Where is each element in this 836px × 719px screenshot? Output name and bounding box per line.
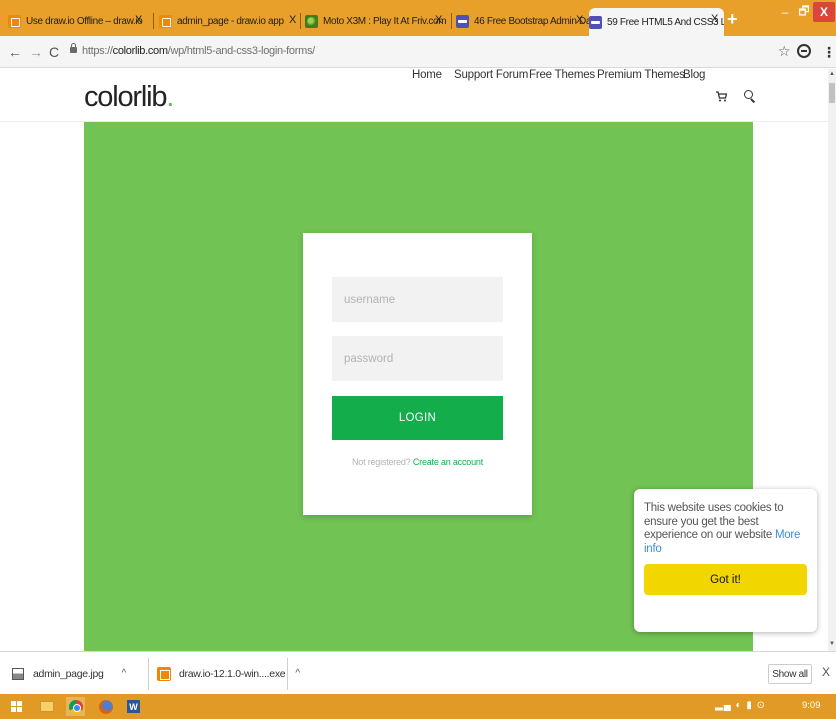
firefox-icon [98, 699, 113, 714]
tab-moto-x3m[interactable]: Moto X3M : Play It At Friv.com X [305, 9, 448, 33]
tab-label: 46 Free Bootstrap Admin Dashb [474, 15, 589, 27]
username-input[interactable] [332, 277, 503, 322]
close-downloads-bar-icon[interactable]: X [822, 665, 830, 679]
tab-close-button[interactable]: X [576, 14, 583, 26]
nav-support-forum[interactable]: Support Forum [454, 69, 528, 81]
cookie-message: This website uses cookies to ensure you … [644, 502, 814, 556]
colorlib-icon [456, 14, 469, 28]
register-prompt: Not registered? Create an account [303, 457, 532, 467]
tab-close-button[interactable]: X [711, 13, 718, 25]
reload-icon[interactable]: C [49, 44, 59, 60]
file-explorer-icon [39, 701, 54, 712]
taskbar-word[interactable]: W [124, 697, 143, 716]
menu-kebab-icon[interactable]: ⋮ [822, 44, 836, 61]
cart-icon[interactable] [716, 91, 727, 102]
taskbar-file-explorer[interactable] [37, 697, 56, 716]
start-button[interactable] [7, 697, 26, 716]
logo-dot: . [166, 81, 174, 113]
taskbar-firefox[interactable] [96, 697, 115, 716]
tab-separator [451, 13, 452, 29]
tab-separator [300, 13, 301, 29]
minimize-button[interactable]: – [777, 2, 793, 22]
register-prompt-text: Not registered? [351, 457, 411, 467]
bookmark-star-icon[interactable]: ☆ [778, 43, 791, 60]
tab-draw-io-offline[interactable]: Use draw.io Offline – draw.io X [8, 9, 148, 33]
nav-premium-themes[interactable]: Premium Themes [597, 69, 685, 81]
search-icon[interactable] [744, 90, 753, 99]
back-arrow-icon[interactable]: ← [8, 44, 22, 60]
restore-button[interactable]: 🗗 [796, 2, 812, 22]
close-window-button[interactable]: X [813, 2, 835, 22]
tab-label: Use draw.io Offline – draw.io [26, 15, 143, 27]
tab-close-button[interactable]: X [435, 14, 442, 26]
colorlib-icon [589, 15, 602, 29]
start-icon [11, 701, 22, 712]
address-bar-url[interactable]: https://colorlib.com/wp/html5-and-css3-l… [82, 45, 315, 57]
new-tab-button[interactable]: + [727, 9, 738, 30]
tab-separator [153, 13, 154, 29]
drawio-icon [157, 666, 171, 681]
tab-label: 59 Free HTML5 And CSS3 Login [607, 16, 724, 28]
browser-toolbar: ← → C https://colorlib.com/wp/html5-and-… [0, 36, 836, 68]
tab-close-button[interactable]: X [135, 14, 142, 26]
word-icon: W [127, 700, 140, 713]
download-separator [148, 658, 149, 690]
cookie-banner: This website uses cookies to ensure you … [634, 489, 817, 632]
login-card: LOGIN Not registered? Create an account [303, 233, 532, 515]
url-prefix: https:// [82, 45, 113, 57]
scroll-up-arrow-icon[interactable]: ▲ [829, 71, 835, 77]
logo-text: colorlib [84, 81, 167, 113]
download-filename: draw.io-12.1.0-win....exe [179, 667, 286, 680]
download-options-caret-icon[interactable]: ^ [295, 668, 300, 679]
tab-close-button[interactable]: X [289, 14, 296, 26]
site-header: colorlib. Home Support Forum Free Themes… [0, 69, 828, 122]
chrome-icon [68, 699, 83, 714]
forward-arrow-icon[interactable]: → [29, 44, 43, 60]
moto-icon [305, 14, 318, 28]
profile-icon[interactable] [797, 44, 811, 58]
drawio-icon [8, 14, 21, 28]
page-margin-left [0, 122, 84, 651]
downloads-bar: admin_page.jpg ^ draw.io-12.1.0-win....e… [0, 651, 836, 694]
lock-icon [70, 43, 77, 53]
download-options-caret-icon[interactable]: ^ [122, 668, 127, 679]
scrollbar-thumb[interactable] [829, 83, 835, 103]
show-all-downloads-button[interactable]: Show all [768, 664, 812, 684]
password-input[interactable] [332, 336, 503, 381]
tab-bootstrap-admin[interactable]: 46 Free Bootstrap Admin Dashb X [456, 9, 589, 33]
nav-home[interactable]: Home [412, 69, 442, 81]
system-tray-icons[interactable]: ▂▄ ◐ ▮ ⊙ [715, 700, 766, 711]
tab-admin-page[interactable]: admin_page - draw.io app X [159, 9, 302, 33]
taskbar-chrome[interactable] [66, 697, 85, 716]
nav-free-themes[interactable]: Free Themes [529, 69, 595, 81]
login-button[interactable]: LOGIN [332, 396, 503, 440]
windows-taskbar: W ▂▄ ◐ ▮ ⊙ 9:09 [0, 694, 836, 719]
tab-label: Moto X3M : Play It At Friv.com [323, 15, 447, 27]
download-item-admin-page[interactable]: admin_page.jpg ^ [12, 652, 126, 695]
tab-label: admin_page - draw.io app [177, 15, 284, 27]
url-path: /wp/html5-and-css3-login-forms/ [167, 45, 316, 57]
page-scrollbar[interactable]: ▲ ▼ [828, 69, 836, 651]
create-account-link[interactable]: Create an account [413, 457, 483, 467]
image-file-icon [12, 667, 24, 680]
cookie-message-text: This website uses cookies to ensure you … [644, 502, 784, 541]
url-domain: colorlib.com [112, 45, 168, 57]
taskbar-clock[interactable]: 9:09 [802, 700, 821, 711]
scroll-down-arrow-icon[interactable]: ▼ [829, 641, 835, 647]
download-item-drawio-installer[interactable]: draw.io-12.1.0-win....exe ^ [157, 652, 300, 695]
nav-blog[interactable]: Blog [683, 69, 705, 81]
browser-tab-strip: Use draw.io Offline – draw.io X admin_pa… [0, 0, 836, 36]
download-filename: admin_page.jpg [33, 667, 104, 680]
tab-login-forms[interactable]: 59 Free HTML5 And CSS3 Login X [589, 8, 724, 36]
drawio-icon [159, 14, 172, 28]
colorlib-logo[interactable]: colorlib. [84, 81, 174, 114]
download-separator [287, 658, 288, 690]
cookie-accept-button[interactable]: Got it! [644, 564, 807, 595]
